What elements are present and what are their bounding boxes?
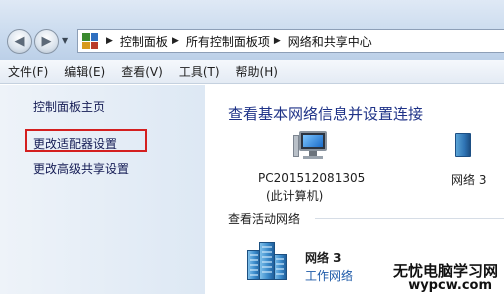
sidebar-link-advanced-sharing[interactable]: 更改高级共享设置 xyxy=(33,160,129,177)
computer-name: PC201512081305 xyxy=(258,171,366,185)
menu-bar: 文件(F) 编辑(E) 查看(V) 工具(T) 帮助(H) xyxy=(0,60,504,84)
control-panel-icon xyxy=(82,33,98,49)
arrow-left-icon: ◀ xyxy=(14,34,25,49)
sidebar-link-home[interactable]: 控制面板主页 xyxy=(33,98,105,115)
sidebar-link-adapter-settings[interactable]: 更改适配器设置 xyxy=(33,135,117,152)
page-title: 查看基本网络信息并设置连接 xyxy=(228,105,424,123)
menu-tools[interactable]: 工具(T) xyxy=(179,63,220,80)
arrow-right-icon: ▶ xyxy=(41,34,52,49)
menu-edit[interactable]: 编辑(E) xyxy=(64,63,105,80)
breadcrumb-all-items[interactable]: 所有控制面板项 xyxy=(186,33,270,50)
computer-sublabel: (此计算机) xyxy=(266,189,324,203)
address-box[interactable]: ▶ 控制面板 ▶ 所有控制面板项 ▶ 网络和共享中心 xyxy=(77,29,504,53)
network-label: 网络 3 xyxy=(451,173,487,187)
active-networks-heading: 查看活动网络 xyxy=(228,212,301,226)
breadcrumb-separator-icon[interactable]: ▶ xyxy=(274,36,281,46)
sidebar: 控制面板主页 更改适配器设置 更改高级共享设置 xyxy=(0,85,205,294)
active-network-name: 网络 3 xyxy=(305,251,342,265)
breadcrumb-separator-icon: ▶ xyxy=(106,36,113,46)
address-bar-region: ◀ ▶ ▼ ▶ 控制面板 ▶ 所有控制面板项 ▶ 网络和共享中心 xyxy=(0,0,504,60)
recent-pages-dropdown[interactable]: ▼ xyxy=(62,36,68,45)
active-network-type-link[interactable]: 工作网络 xyxy=(305,267,353,284)
watermark-url: wypcw.com xyxy=(408,278,492,293)
forward-button[interactable]: ▶ xyxy=(34,29,59,54)
menu-help[interactable]: 帮助(H) xyxy=(236,63,278,80)
menu-file[interactable]: 文件(F) xyxy=(8,63,48,80)
breadcrumb-control-panel[interactable]: 控制面板 xyxy=(120,33,168,50)
menu-view[interactable]: 查看(V) xyxy=(121,63,163,80)
computer-icon[interactable] xyxy=(293,131,329,161)
breadcrumb-separator-icon[interactable]: ▶ xyxy=(172,36,179,46)
breadcrumb-network-center[interactable]: 网络和共享中心 xyxy=(288,33,372,50)
work-network-icon xyxy=(245,240,291,280)
section-divider xyxy=(315,218,504,219)
network-icon[interactable] xyxy=(455,133,471,157)
back-button[interactable]: ◀ xyxy=(7,29,32,54)
